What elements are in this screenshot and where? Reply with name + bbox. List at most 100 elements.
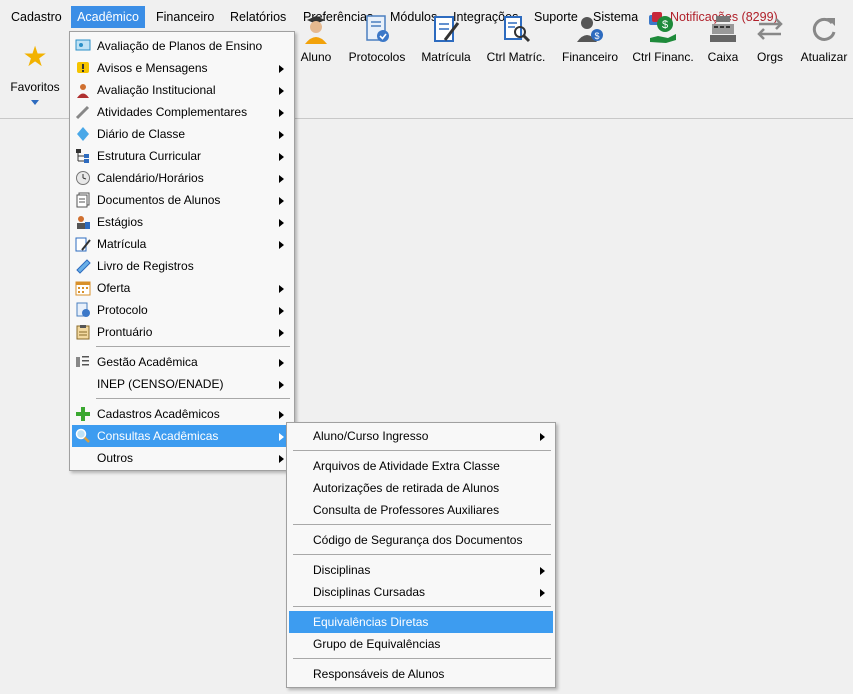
management-icon (76, 356, 89, 367)
menu-item-label: Livro de Registros (97, 259, 194, 273)
chevron-right-icon (279, 241, 284, 249)
menu-item-label: Código de Segurança dos Documentos (313, 533, 523, 547)
svg-text:$: $ (594, 31, 599, 41)
menu-item-label: INEP (CENSO/ENADE) (97, 377, 224, 391)
menu-item-livro-registros[interactable]: Livro de Registros (72, 255, 292, 277)
favorites-button[interactable]: ★ Favoritos (4, 40, 66, 114)
submenu-item-disciplinas[interactable]: Disciplinas (289, 559, 553, 581)
chevron-right-icon (279, 433, 284, 441)
hierarchy-icon (76, 149, 89, 163)
menu-item-oferta[interactable]: Oferta (72, 277, 292, 299)
clock-icon (76, 171, 90, 185)
menu-item-label: Equivalências Diretas (313, 615, 429, 629)
menu-item-atividades-complementares[interactable]: Atividades Complementares (72, 101, 292, 123)
submenu-item-equivalencias-diretas[interactable]: Equivalências Diretas (289, 611, 553, 633)
chevron-right-icon (279, 109, 284, 117)
menu-item-label: Protocolo (97, 303, 148, 317)
menu-item-estagios[interactable]: Estágios (72, 211, 292, 233)
menu-separator (293, 606, 551, 607)
search-document-icon (504, 16, 531, 43)
menu-item-gestao-academica[interactable]: Gestão Acadêmica (72, 351, 292, 373)
menu-item-protocolo[interactable]: Protocolo (72, 299, 292, 321)
menu-item-calendario-horarios[interactable]: Calendário/Horários (72, 167, 292, 189)
menu-item-label: Matrícula (97, 237, 147, 251)
protocol-icon (76, 302, 90, 317)
swap-arrows-icon (757, 18, 783, 40)
toolbar-label: Ctrl Financ. (632, 50, 694, 64)
submenu-item-grupo-equivalencias[interactable]: Grupo de Equivalências (289, 633, 553, 655)
chevron-right-icon (279, 87, 284, 95)
menu-item-label: Avaliação de Planos de Ensino (97, 39, 263, 53)
toolbar-protocolos-button[interactable]: Protocolos (343, 8, 411, 78)
chevron-right-icon (279, 175, 284, 183)
menu-item-estrutura-curricular[interactable]: Estrutura Curricular (72, 145, 292, 167)
chevron-right-icon (279, 197, 284, 205)
chevron-right-icon (279, 381, 284, 389)
plus-icon (76, 407, 90, 421)
menu-separator (96, 398, 290, 399)
cash-register-icon (710, 16, 736, 42)
diamond-icon (77, 127, 89, 141)
chevron-right-icon (540, 567, 545, 575)
menu-item-matricula[interactable]: Matrícula (72, 233, 292, 255)
finance-person-icon: $ (577, 17, 603, 42)
menu-item-diario-classe[interactable]: Diário de Classe (72, 123, 292, 145)
menu-item-documentos-alunos[interactable]: Documentos de Alunos (72, 189, 292, 211)
menu-item-label: Documentos de Alunos (97, 193, 221, 207)
toolbar-financeiro-button[interactable]: $ Financeiro (556, 8, 624, 78)
toolbar-atualizar-button[interactable]: Atualizar (790, 8, 853, 78)
menu-item-avaliacao-planos[interactable]: Avaliação de Planos de Ensino (72, 35, 292, 57)
refresh-icon (812, 17, 836, 41)
toolbar-ctrl-financ-button[interactable]: $ Ctrl Financ. (629, 8, 697, 78)
menu-item-label: Avisos e Mensagens (97, 61, 208, 75)
menu-item-label: Grupo de Equivalências (313, 637, 441, 651)
menu-item-inep[interactable]: INEP (CENSO/ENADE) (72, 373, 292, 395)
menu-item-label: Autorizações de retirada de Alunos (313, 481, 500, 495)
search-icon (75, 428, 90, 443)
submenu-item-autorizacoes-retirada[interactable]: Autorizações de retirada de Alunos (289, 477, 553, 499)
warning-icon (77, 62, 89, 73)
student-icon (305, 16, 327, 44)
toolbar-label: Protocolos (348, 50, 406, 64)
svg-text:$: $ (662, 19, 668, 31)
person-icon (77, 84, 89, 98)
submenu-item-aluno-curso-ingresso[interactable]: Aluno/Curso Ingresso (289, 425, 553, 447)
menu-academico[interactable]: Acadêmico (71, 6, 145, 28)
menu-item-label: Atividades Complementares (97, 105, 248, 119)
toolbar-label: Financeiro (561, 50, 619, 64)
menu-separator (293, 450, 551, 451)
menu-item-avaliacao-institucional[interactable]: Avaliação Institucional (72, 79, 292, 101)
menu-financeiro[interactable]: Financeiro (151, 6, 219, 28)
submenu-item-arquivos-atividade[interactable]: Arquivos de Atividade Extra Classe (289, 455, 553, 477)
menu-item-consultas-academicas[interactable]: Consultas Acadêmicas (72, 425, 292, 447)
menu-item-outros[interactable]: Outros (72, 447, 292, 469)
menu-separator (293, 554, 551, 555)
clipboard-icon (76, 325, 90, 340)
menu-cadastro[interactable]: Cadastro (6, 6, 67, 28)
toolbar-ctrl-matric-button[interactable]: Ctrl Matríc. (482, 8, 550, 78)
chevron-right-icon (279, 329, 284, 337)
documents-icon (76, 192, 90, 208)
menu-item-prontuario[interactable]: Prontuário (72, 321, 292, 343)
toolbar-label: Atualizar (800, 50, 848, 64)
menu-separator (293, 658, 551, 659)
submenu-item-disciplinas-cursadas[interactable]: Disciplinas Cursadas (289, 581, 553, 603)
menu-item-label: Arquivos de Atividade Extra Classe (313, 459, 500, 473)
menu-item-cadastros-academicos[interactable]: Cadastros Acadêmicos (72, 403, 292, 425)
edit-form-icon (75, 237, 91, 252)
menu-item-avisos-mensagens[interactable]: Avisos e Mensagens (72, 57, 292, 79)
submenu-item-codigo-seguranca[interactable]: Código de Segurança dos Documentos (289, 529, 553, 551)
pencil-icon (75, 105, 90, 120)
chevron-right-icon (279, 411, 284, 419)
money-hand-icon: $ (650, 16, 676, 43)
submenu-item-responsaveis-alunos[interactable]: Responsáveis de Alunos (289, 663, 553, 685)
toolbar-matricula-button[interactable]: Matrícula (412, 8, 480, 78)
menu-item-label: Estágios (97, 215, 144, 229)
submenu-item-professores-auxiliares[interactable]: Consulta de Professores Auxiliares (289, 499, 553, 521)
chevron-right-icon (279, 359, 284, 367)
menu-separator (96, 346, 290, 347)
menu-item-label: Responsáveis de Alunos (313, 667, 445, 681)
star-icon: ★ (22, 41, 48, 72)
chevron-right-icon (279, 455, 284, 463)
menu-item-label: Gestão Acadêmica (97, 355, 198, 369)
